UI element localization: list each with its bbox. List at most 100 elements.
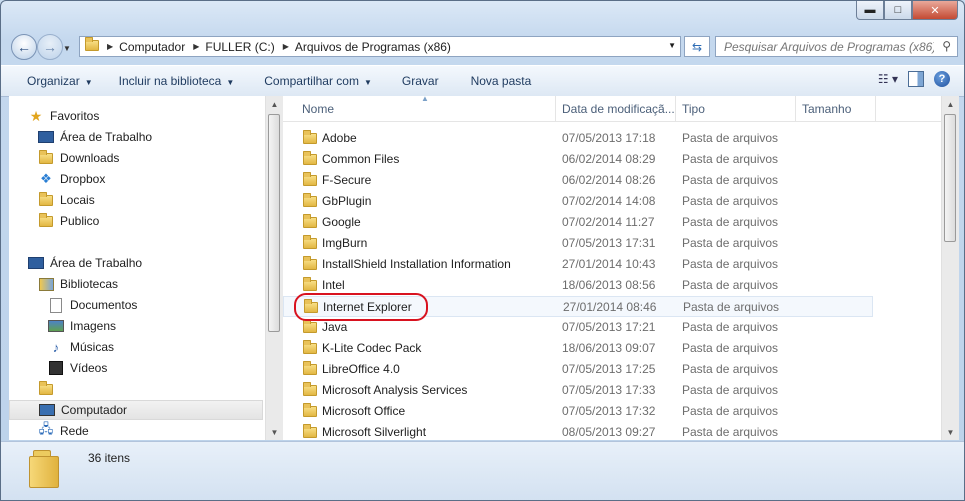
forward-button[interactable]: → <box>37 34 63 60</box>
organize-menu[interactable]: Organizar ▼ <box>27 74 93 88</box>
sidebar-item-videos[interactable]: Vídeos <box>48 358 107 378</box>
sidebar-item-rede[interactable]: 🖧 Rede <box>38 421 89 440</box>
scroll-up-icon[interactable]: ▲ <box>942 96 959 112</box>
sidebar-item-publico[interactable]: Publico <box>38 211 99 231</box>
file-row-hovered[interactable]: Internet Explorer 27/01/2014 08:46 Pasta… <box>283 296 873 317</box>
column-size[interactable]: Tamanho <box>802 102 851 116</box>
file-name: Microsoft Analysis Services <box>322 383 468 397</box>
include-library-menu[interactable]: Incluir na biblioteca ▼ <box>119 74 235 88</box>
file-row[interactable]: Microsoft Office 07/05/2013 17:32 Pasta … <box>283 401 873 422</box>
file-row[interactable]: Intel 18/06/2013 08:56 Pasta de arquivos <box>283 275 873 296</box>
folder-icon <box>303 319 317 336</box>
scroll-up-icon[interactable]: ▲ <box>266 96 283 112</box>
file-row[interactable]: Microsoft Silverlight 08/05/2013 09:27 P… <box>283 422 873 440</box>
column-divider[interactable] <box>555 96 556 121</box>
scrollbar-thumb[interactable] <box>268 114 280 332</box>
file-row[interactable]: ImgBurn 07/05/2013 17:31 Pasta de arquiv… <box>283 233 873 254</box>
scroll-down-icon[interactable]: ▼ <box>266 424 283 440</box>
chevron-down-icon: ▼ <box>226 78 235 87</box>
preview-pane-icon[interactable] <box>908 71 924 87</box>
sidebar-item-dropbox[interactable]: ❖ Dropbox <box>38 169 105 189</box>
file-row[interactable]: Microsoft Analysis Services 07/05/2013 1… <box>283 380 873 401</box>
sort-ascending-icon: ▲ <box>421 96 429 103</box>
column-divider[interactable] <box>675 96 676 121</box>
sidebar-item-documentos[interactable]: Documentos <box>48 295 137 315</box>
toolbar-right-group: ☷ ▾ ? <box>878 71 950 87</box>
file-row[interactable]: InstallShield Installation Information 2… <box>283 254 873 275</box>
sidebar-item-downloads[interactable]: Downloads <box>38 148 119 168</box>
music-icon: ♪ <box>52 339 60 355</box>
file-name: Adobe <box>322 131 357 145</box>
computer-icon <box>39 403 55 417</box>
refresh-icon: ⇆ <box>691 39 703 54</box>
address-bar[interactable]: ▶ Computador ▶ FULLER (C:) ▶ Arquivos de… <box>79 36 681 57</box>
breadcrumb-separator-icon[interactable]: ▶ <box>107 42 113 51</box>
desktop-icon <box>28 256 44 270</box>
caption-buttons: ▬ □ ✕ <box>856 1 958 20</box>
column-date-modified[interactable]: Data de modificaçã... <box>562 102 675 116</box>
minimize-button[interactable]: ▬ <box>856 1 884 20</box>
navigation-pane-scrollbar[interactable]: ▲ ▼ <box>265 96 283 440</box>
sidebar-item-musicas[interactable]: ♪ Músicas <box>48 337 114 357</box>
breadcrumb-separator-icon[interactable]: ▶ <box>193 42 199 51</box>
sidebar-item-locais[interactable]: Locais <box>38 190 95 210</box>
burn-button[interactable]: Gravar <box>402 74 439 88</box>
file-row[interactable]: Common Files 06/02/2014 08:29 Pasta de a… <box>283 149 873 170</box>
sidebar-item-label: Publico <box>60 214 100 228</box>
column-type[interactable]: Tipo <box>682 102 705 116</box>
file-type: Pasta de arquivos <box>683 300 780 314</box>
documents-icon <box>48 297 64 313</box>
column-divider[interactable] <box>795 96 796 121</box>
back-button[interactable]: ← <box>11 34 37 60</box>
file-row[interactable]: LibreOffice 4.0 07/05/2013 17:25 Pasta d… <box>283 359 873 380</box>
file-row[interactable]: F-Secure 06/02/2014 08:26 Pasta de arqui… <box>283 170 873 191</box>
sidebar-item-label: Bibliotecas <box>60 277 119 291</box>
folder-icon <box>38 212 54 228</box>
breadcrumb-computador[interactable]: Computador <box>119 40 185 54</box>
file-list-scrollbar[interactable]: ▲ ▼ <box>941 96 959 440</box>
change-view-icon[interactable]: ☷ ▾ <box>878 72 898 86</box>
sidebar-item-area-de-trabalho[interactable]: Área de Trabalho <box>38 127 152 147</box>
file-row[interactable]: K-Lite Codec Pack 18/06/2013 09:07 Pasta… <box>283 338 873 359</box>
address-history-dropdown-icon[interactable]: ▼ <box>668 41 676 50</box>
breadcrumb-drive[interactable]: FULLER (C:) <box>205 40 274 54</box>
new-folder-button[interactable]: Nova pasta <box>471 74 532 88</box>
file-name: Microsoft Office <box>322 404 406 418</box>
file-type: Pasta de arquivos <box>682 341 779 355</box>
dropbox-icon: ❖ <box>40 171 52 186</box>
refresh-button[interactable]: ⇆ <box>684 36 710 57</box>
file-type: Pasta de arquivos <box>682 131 779 145</box>
help-icon[interactable]: ? <box>934 71 950 87</box>
search-input[interactable] <box>722 38 936 55</box>
breadcrumb-separator-icon[interactable]: ▶ <box>283 42 289 51</box>
breadcrumb-current-folder[interactable]: Arquivos de Programas (x86) <box>295 40 451 54</box>
file-row[interactable]: Google 07/02/2014 11:27 Pasta de arquivo… <box>283 212 873 233</box>
search-box[interactable]: ⚲ <box>715 36 958 57</box>
file-date: 07/05/2013 17:33 <box>562 383 656 397</box>
sidebar-item-desktop-root[interactable]: Área de Trabalho <box>28 253 142 273</box>
folder-icon <box>303 382 317 399</box>
recent-places-icon <box>38 191 54 207</box>
file-row[interactable]: Adobe 07/05/2013 17:18 Pasta de arquivos <box>283 128 873 149</box>
column-name[interactable]: Nome <box>302 102 334 116</box>
file-row[interactable]: GbPlugin 07/02/2014 14:08 Pasta de arqui… <box>283 191 873 212</box>
column-header: ▲ Nome Data de modificaçã... Tipo Tamanh… <box>283 96 941 122</box>
sidebar-item-imagens[interactable]: Imagens <box>48 316 116 336</box>
close-button[interactable]: ✕ <box>912 1 958 20</box>
sidebar-item-label: Documentos <box>70 298 138 312</box>
sidebar-item-label: Locais <box>60 193 95 207</box>
scrollbar-thumb[interactable] <box>944 114 956 242</box>
recent-pages-dropdown-icon[interactable]: ▼ <box>63 44 71 53</box>
explorer-window: ▬ □ ✕ ← → ▼ ▶ Computador ▶ FULLER (C:) ▶… <box>0 0 965 501</box>
column-divider[interactable] <box>875 96 876 121</box>
share-menu[interactable]: Compartilhar com ▼ <box>264 74 372 88</box>
sidebar-item-user-folder[interactable] <box>38 379 60 399</box>
file-type: Pasta de arquivos <box>682 152 779 166</box>
sidebar-item-bibliotecas[interactable]: Bibliotecas <box>38 274 118 294</box>
sidebar-item-favoritos[interactable]: ★ Favoritos <box>28 106 100 126</box>
maximize-button[interactable]: □ <box>884 1 912 20</box>
file-row[interactable]: Java 07/05/2013 17:21 Pasta de arquivos <box>283 317 873 338</box>
sidebar-item-label: Área de Trabalho <box>50 256 143 270</box>
sidebar-item-computador[interactable]: Computador <box>9 400 263 420</box>
scroll-down-icon[interactable]: ▼ <box>942 424 959 440</box>
